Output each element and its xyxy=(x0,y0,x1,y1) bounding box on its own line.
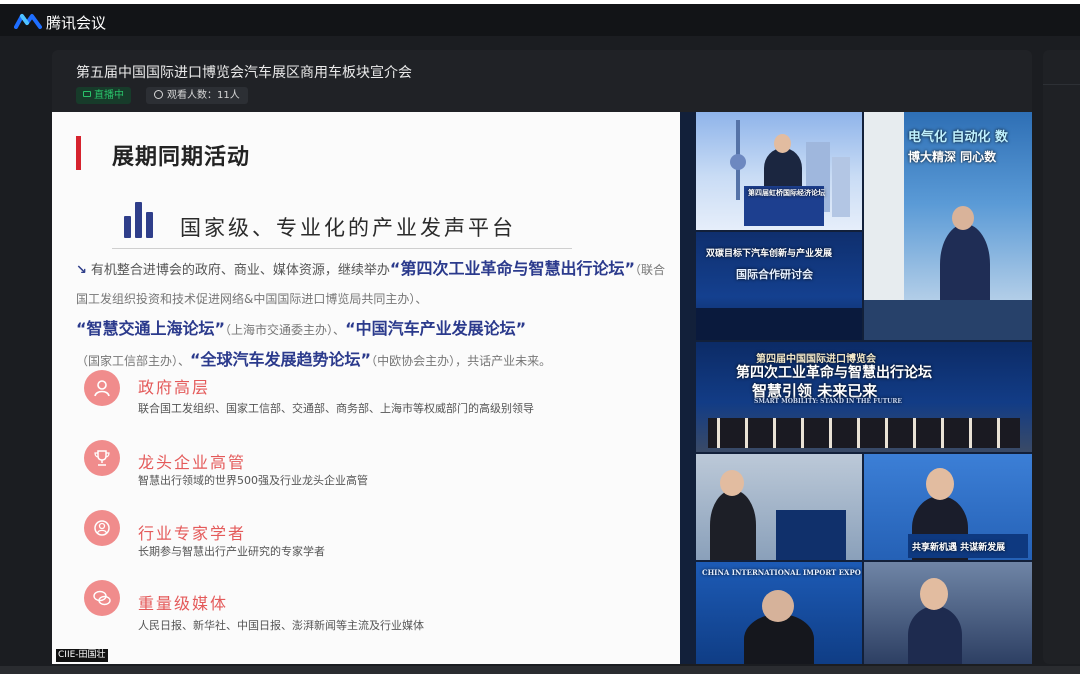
forum-speaker-photo: 电气化 自动化 数 博大精深 同心数 xyxy=(864,112,1032,340)
share-slogan: 共享新机遇 共谋新发展 xyxy=(912,543,1006,553)
heading-accent-bar xyxy=(76,136,81,170)
stage-english: SMART MOBILITY: STAND IN THE FUTURE xyxy=(754,398,902,405)
watermark: CIIE-田国壮 xyxy=(56,649,108,662)
meeting-title: 第五届中国国际进口博览会汽车展区商用车板块宣介会 xyxy=(76,65,412,81)
app-title-bar: 腾讯会议 xyxy=(0,0,1080,36)
speaker-podium-photo xyxy=(696,454,862,560)
audience-desc: 智慧出行领域的世界500强及行业龙头企业高管 xyxy=(138,474,368,487)
chat-bubbles-icon xyxy=(84,580,120,616)
slogan-text: 电气化 自动化 数 xyxy=(908,130,1009,145)
forum-poster-photo: 双碳目标下汽车创新与产业发展 国际合作研讨会 xyxy=(696,232,862,340)
forum-subtitle: 国际合作研讨会 xyxy=(736,268,813,281)
app-name: 腾讯会议 xyxy=(46,14,107,32)
shared-slide: 展期同期活动 国家级、专业化的产业发声平台 ↘ 有机整合进博会的政府、商业、媒体资… xyxy=(52,112,680,664)
audience-title: 行业专家学者 xyxy=(138,524,247,543)
forum-speaker-photo: 第四届虹桥国际经济论坛 xyxy=(696,112,862,230)
bar-chart-icon xyxy=(124,202,160,238)
stage-title: 第四次工业革命与智慧出行论坛 xyxy=(736,365,932,381)
audience-desc: 长期参与智慧出行产业研究的专家学者 xyxy=(138,545,325,558)
speaker-photo: 共享新机遇 共谋新发展 xyxy=(864,454,1032,560)
divider xyxy=(112,248,572,249)
forum-name: “智慧交通上海论坛” xyxy=(76,319,226,338)
forum-title: 双碳目标下汽车创新与产业发展 xyxy=(706,249,833,259)
camera-icon xyxy=(83,91,91,97)
forum-name: “第四次工业革命与智慧出行论坛” xyxy=(389,259,635,278)
eye-icon xyxy=(154,89,163,99)
slogan-text: 博大精深 同心数 xyxy=(908,150,997,164)
speaker-photo: CHINA INTERNATIONAL IMPORT EXPO xyxy=(696,562,862,664)
viewer-count-badge: 观看人数：11人 xyxy=(146,87,248,104)
ciie-text: CHINA INTERNATIONAL IMPORT EXPO xyxy=(702,568,861,577)
speaker-photo xyxy=(864,562,1032,664)
forum-name: “中国汽车产业发展论坛” xyxy=(345,319,527,338)
photo-collage: 第四届虹桥国际经济论坛 电气化 自动化 数 博大精深 同心数 双碳目标下汽车创新… xyxy=(680,112,1032,664)
expert-icon xyxy=(84,510,120,546)
side-panel[interactable] xyxy=(1043,50,1080,664)
banner-text: 第四届虹桥国际经济论坛 xyxy=(748,188,825,197)
trophy-icon xyxy=(84,440,120,476)
audience-title: 重量级媒体 xyxy=(138,594,229,613)
audience-title: 龙头企业高管 xyxy=(138,453,247,472)
tencent-meeting-logo-icon xyxy=(14,14,42,29)
person-icon xyxy=(84,370,120,406)
audience-desc: 联合国工发组织、国家工信部、交通部、商务部、上海市等权威部门的高级别领导 xyxy=(138,402,534,415)
bottom-bar xyxy=(0,666,1080,674)
audience-desc: 人民日报、新华社、中国日报、澎湃新闻等主流及行业媒体 xyxy=(138,619,424,632)
audience-title: 政府高层 xyxy=(138,378,211,397)
stage-group-photo: 第四届中国国际进口博览会 第四次工业革命与智慧出行论坛 智慧引领 未来已来 SM… xyxy=(696,342,1032,452)
live-label: 直播中 xyxy=(94,90,124,101)
live-status-badge: 直播中 xyxy=(76,87,131,104)
forum-name: “全球汽车发展趋势论坛” xyxy=(190,350,372,369)
viewer-count: 观看人数：11人 xyxy=(167,90,240,101)
slide-heading: 展期同期活动 xyxy=(112,145,251,170)
arrow-icon: ↘ xyxy=(76,263,87,278)
platform-title: 国家级、专业化的产业发声平台 xyxy=(180,216,516,240)
forum-description: ↘ 有机整合进博会的政府、商业、媒体资源，继续举办“第四次工业革命与智慧出行论坛”… xyxy=(76,259,665,369)
